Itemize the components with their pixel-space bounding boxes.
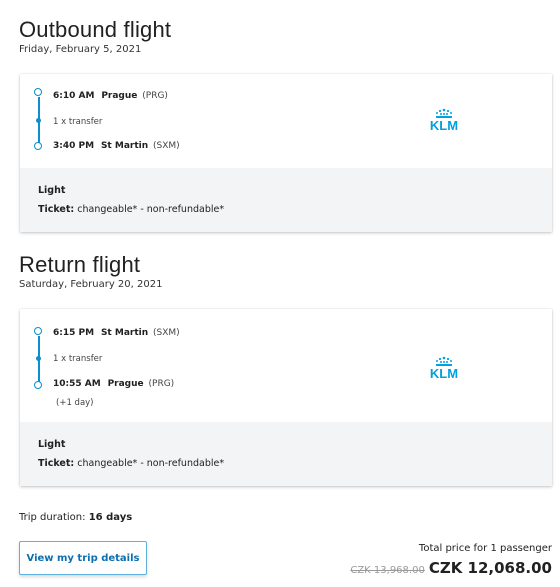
arrival-time: 3:40 PM xyxy=(53,141,95,151)
departure-city: Prague xyxy=(101,91,138,101)
klm-logo-icon: KLM xyxy=(430,108,458,133)
return-departure: 6:15 PM St Martin (SXM) xyxy=(53,328,180,338)
old-price: CZK 13,968.00 xyxy=(350,565,425,576)
arrival-code: (PRG) xyxy=(148,379,175,389)
outbound-title: Outbound flight xyxy=(19,17,172,42)
view-trip-details-button[interactable]: View my trip details xyxy=(19,541,147,575)
ticket-conditions: Ticket: changeable* - non-refundable* xyxy=(38,204,225,215)
timeline-circle-icon xyxy=(34,327,42,335)
arrival-time: 10:55 AM xyxy=(53,379,101,389)
fare-name: Light xyxy=(38,439,66,450)
return-fare-panel: Light Ticket: changeable* - non-refundab… xyxy=(20,422,552,486)
return-arrival: 10:55 AM Prague (PRG) xyxy=(53,379,174,389)
return-title: Return flight xyxy=(19,252,141,277)
arrival-code: (SXM) xyxy=(153,141,180,151)
arrival-city: Prague xyxy=(107,379,144,389)
departure-time: 6:15 PM xyxy=(53,328,95,338)
timeline-dot-icon xyxy=(36,356,41,361)
outbound-fare-panel: Light Ticket: changeable* - non-refundab… xyxy=(20,168,552,232)
ticket-conditions: Ticket: changeable* - non-refundable* xyxy=(38,458,225,469)
outbound-date: Friday, February 5, 2021 xyxy=(19,44,142,55)
svg-text:KLM: KLM xyxy=(430,366,458,381)
return-card: 6:15 PM St Martin (SXM) 1 x transfer 10:… xyxy=(20,309,552,486)
departure-time: 6:10 AM xyxy=(53,91,95,101)
outbound-arrival: 3:40 PM St Martin (SXM) xyxy=(53,141,180,151)
timeline-circle-icon xyxy=(34,381,42,389)
return-itinerary: 6:15 PM St Martin (SXM) 1 x transfer 10:… xyxy=(20,309,552,422)
outbound-transfer: 1 x transfer xyxy=(53,117,103,127)
timeline-dot-icon xyxy=(36,118,41,123)
klm-logo-icon: KLM xyxy=(430,356,458,381)
arrival-city: St Martin xyxy=(100,141,149,151)
outbound-card: 6:10 AM Prague (PRG) 1 x transfer 3:40 P… xyxy=(20,74,552,232)
timeline-circle-icon xyxy=(34,88,42,96)
return-transfer: 1 x transfer xyxy=(53,354,103,364)
return-date: Saturday, February 20, 2021 xyxy=(19,279,163,290)
departure-code: (SXM) xyxy=(153,328,180,338)
timeline-circle-icon xyxy=(34,142,42,150)
outbound-itinerary: 6:10 AM Prague (PRG) 1 x transfer 3:40 P… xyxy=(20,74,552,168)
arrival-day-offset: (+1 day) xyxy=(56,398,94,408)
new-price: CZK 12,068.00 xyxy=(428,559,552,577)
total-price: CZK 13,968.00 CZK 12,068.00 xyxy=(350,558,552,577)
total-price-label: Total price for 1 passenger xyxy=(418,543,552,554)
departure-city: St Martin xyxy=(100,328,149,338)
departure-code: (PRG) xyxy=(142,91,168,101)
trip-duration: Trip duration: 16 days xyxy=(19,512,133,523)
fare-name: Light xyxy=(38,185,66,196)
svg-text:KLM: KLM xyxy=(430,118,458,133)
outbound-departure: 6:10 AM Prague (PRG) xyxy=(53,91,168,101)
